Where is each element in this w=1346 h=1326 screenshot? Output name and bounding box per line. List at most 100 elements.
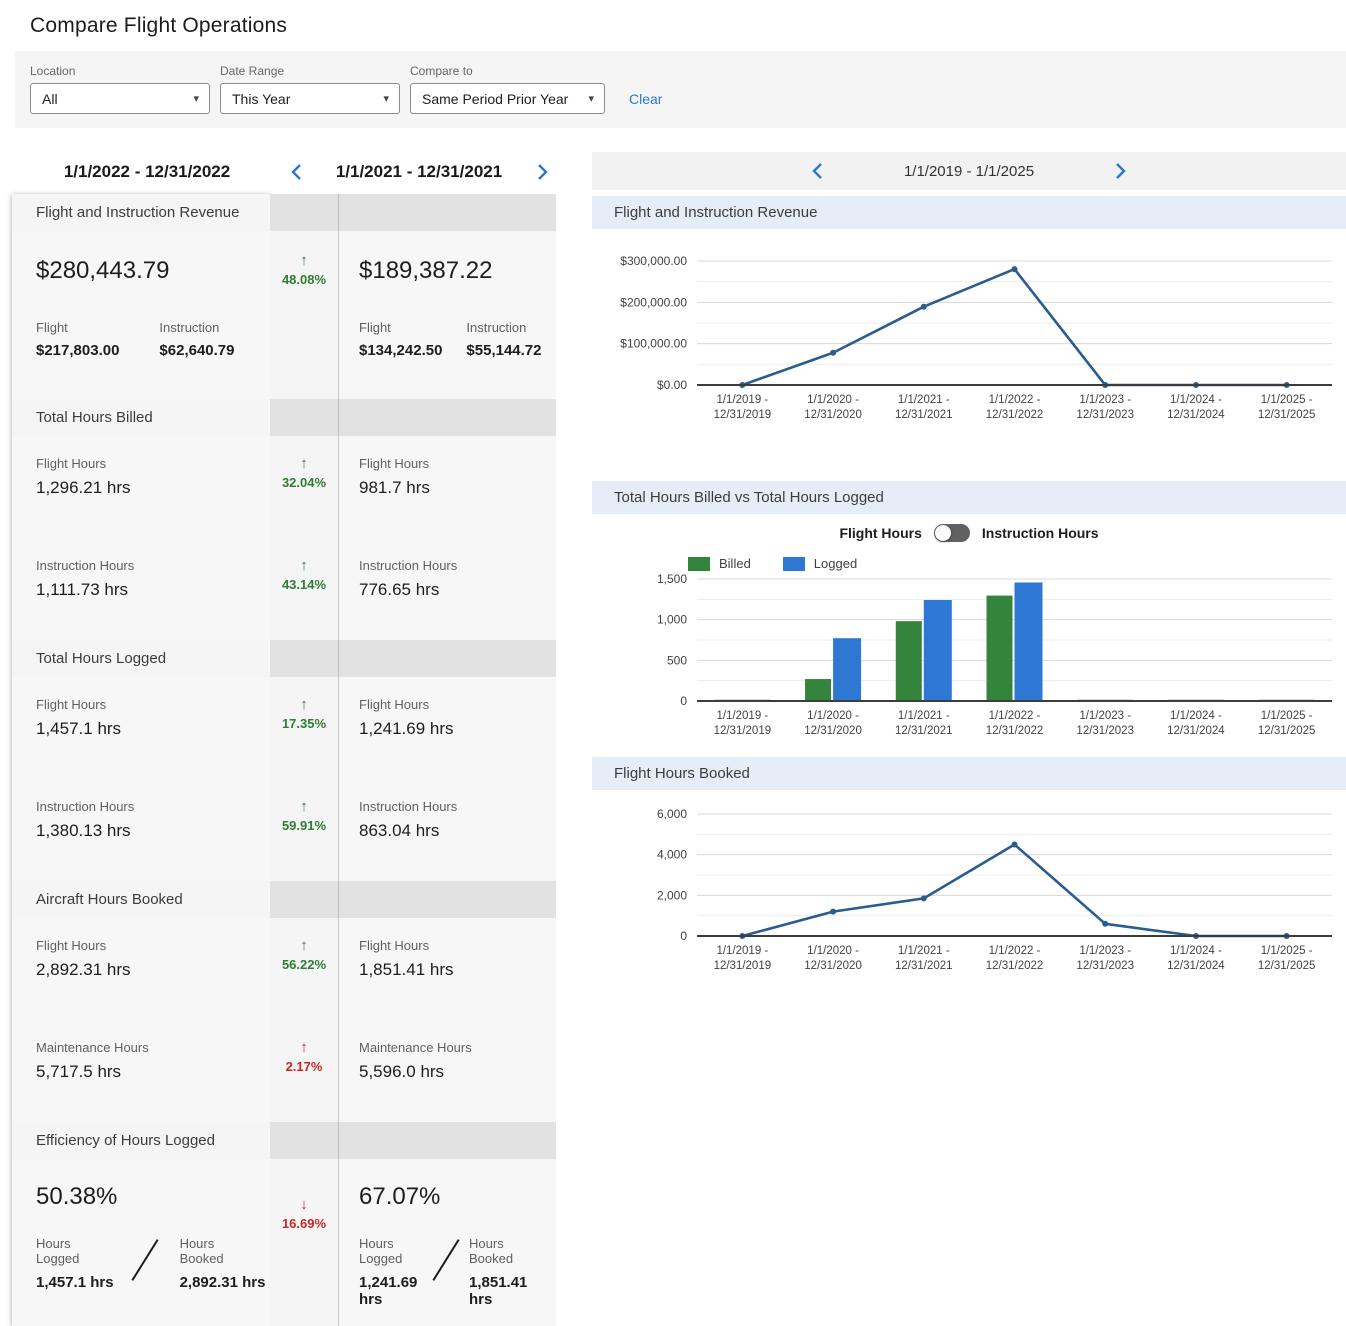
chevron-right-icon [1115, 162, 1126, 180]
booked-chart-section: Flight Hours Booked 02,0004,0006,0001/1/… [592, 757, 1346, 982]
svg-text:$300,000.00: $300,000.00 [620, 254, 687, 268]
charts-panel: 1/1/2019 - 1/1/2025 Flight and Instructi… [592, 152, 1346, 1326]
svg-text:12/31/2023: 12/31/2023 [1076, 725, 1134, 737]
location-label: Location [30, 64, 210, 78]
hours-logged-label: Hours Logged [359, 1236, 417, 1266]
arrow-up-icon: ↑ [270, 253, 338, 269]
change-indicator: ↑ 2.17% [270, 1020, 338, 1074]
svg-text:1/1/2025 -: 1/1/2025 - [1261, 394, 1313, 406]
toggle-knob [935, 525, 951, 541]
revenue-current-total: $280,443.79 [36, 257, 270, 285]
svg-text:1/1/2020 -: 1/1/2020 - [807, 394, 859, 406]
revenue-current-instruction: $62,640.79 [159, 342, 234, 359]
svg-text:12/31/2023: 12/31/2023 [1076, 409, 1134, 421]
caret-down-icon: ▾ [193, 92, 199, 105]
svg-text:12/31/2024: 12/31/2024 [1167, 409, 1225, 421]
legend-item-logged: Logged [783, 556, 857, 571]
svg-text:1/1/2023 -: 1/1/2023 - [1079, 710, 1131, 722]
prior-period-forward-button[interactable] [528, 163, 556, 181]
prior-period-label: 1/1/2021 - 12/31/2021 [310, 162, 528, 182]
revenue-change-pct: 48.08% [270, 272, 338, 287]
efficiency-prior-cell: 67.07% Hours Logged 1,241.69 hrs Hours B… [338, 1159, 556, 1326]
svg-text:12/31/2020: 12/31/2020 [804, 960, 862, 972]
svg-text:12/31/2023: 12/31/2023 [1076, 960, 1134, 972]
efficiency-change: ↓ 16.69% [270, 1159, 338, 1231]
svg-text:1,500: 1,500 [657, 572, 687, 586]
svg-text:4,000: 4,000 [657, 848, 687, 862]
svg-text:1/1/2021 -: 1/1/2021 - [898, 710, 950, 722]
metric-cell: Flight Hours 2,892.31 hrs [12, 918, 270, 1020]
compare-to-filter: Compare to Same Period Prior Year ▾ [410, 64, 605, 114]
toggle-left-label: Flight Hours [839, 525, 921, 541]
hours-chart-title: Total Hours Billed vs Total Hours Logged [592, 481, 1346, 514]
change-indicator: ↑ 17.35% [270, 677, 338, 731]
svg-text:1/1/2022 -: 1/1/2022 - [989, 945, 1041, 957]
comparison-table: Flight and Instruction Revenue $280,443.… [12, 194, 556, 1326]
location-select[interactable]: All ▾ [30, 83, 210, 114]
current-period-label: 1/1/2022 - 12/31/2022 [12, 162, 282, 182]
chart-range-back-button[interactable] [804, 162, 832, 180]
svg-text:1/1/2019 -: 1/1/2019 - [716, 394, 768, 406]
svg-text:1/1/2024 -: 1/1/2024 - [1170, 394, 1222, 406]
change-indicator: ↑ 56.22% [270, 918, 338, 972]
chevron-left-icon [812, 162, 823, 180]
toggle-right-label: Instruction Hours [982, 525, 1099, 541]
svg-text:12/31/2024: 12/31/2024 [1167, 725, 1225, 737]
chevron-right-icon [537, 163, 548, 181]
svg-text:1/1/2021 -: 1/1/2021 - [898, 394, 950, 406]
metric-cell: Flight Hours 981.7 hrs [338, 436, 556, 538]
location-filter: Location All ▾ [30, 64, 210, 114]
revenue-line-chart: $0.00$100,000.00$200,000.00$300,000.001/… [592, 229, 1346, 431]
prior-period-back-button[interactable] [282, 163, 310, 181]
legend-item-billed: Billed [688, 556, 751, 571]
chart-range-forward-button[interactable] [1106, 162, 1134, 180]
svg-text:1/1/2021 -: 1/1/2021 - [898, 945, 950, 957]
hours-logged-label: Hours Logged [36, 1236, 94, 1266]
svg-text:1/1/2024 -: 1/1/2024 - [1170, 945, 1222, 957]
svg-text:500: 500 [667, 653, 687, 667]
logged-swatch-icon [783, 557, 805, 571]
svg-text:0: 0 [680, 929, 687, 943]
compare-to-select[interactable]: Same Period Prior Year ▾ [410, 83, 605, 114]
svg-text:2,000: 2,000 [657, 888, 687, 902]
location-value: All [42, 91, 58, 107]
arrow-up-icon: ↑ [270, 938, 338, 954]
metric-cell: Flight Hours 1,296.21 hrs [12, 436, 270, 538]
arrow-up-icon: ↑ [270, 1040, 338, 1056]
chart-range-label: 1/1/2019 - 1/1/2025 [904, 163, 1034, 180]
section-title-hours-billed: Total Hours Billed [12, 399, 270, 436]
efficiency-current-cell: 50.38% Hours Logged 1,457.1 hrs Hours Bo… [12, 1159, 270, 1326]
chart-range-nav: 1/1/2019 - 1/1/2025 [592, 152, 1346, 190]
date-range-select[interactable]: This Year ▾ [220, 83, 400, 114]
section-title-hours-logged: Total Hours Logged [12, 640, 270, 677]
metric-cell: Flight Hours 1,851.41 hrs [338, 918, 556, 1020]
change-indicator: ↑ 43.14% [270, 538, 338, 592]
flight-label: Flight [36, 320, 119, 335]
change-indicator: ↑ 59.91% [270, 779, 338, 833]
metric-cell: Instruction Hours 776.65 hrs [338, 538, 556, 640]
svg-text:1/1/2023 -: 1/1/2023 - [1079, 945, 1131, 957]
revenue-chart-title: Flight and Instruction Revenue [592, 196, 1346, 229]
metric-cell: Instruction Hours 1,380.13 hrs [12, 779, 270, 881]
compare-to-value: Same Period Prior Year [422, 91, 568, 107]
comparison-period-header: 1/1/2022 - 12/31/2022 1/1/2021 - 12/31/2… [12, 152, 556, 192]
clear-filters-button[interactable]: Clear [629, 91, 662, 107]
svg-text:12/31/2025: 12/31/2025 [1258, 725, 1316, 737]
revenue-current-flight: $217,803.00 [36, 342, 119, 359]
arrow-down-icon: ↓ [270, 1197, 338, 1213]
svg-text:12/31/2020: 12/31/2020 [804, 409, 862, 421]
flight-label: Flight [359, 320, 442, 335]
svg-text:12/31/2025: 12/31/2025 [1258, 409, 1316, 421]
svg-text:1/1/2020 -: 1/1/2020 - [807, 710, 859, 722]
svg-text:12/31/2020: 12/31/2020 [804, 725, 862, 737]
metric-cell: Flight Hours 1,457.1 hrs [12, 677, 270, 779]
svg-text:12/31/2024: 12/31/2024 [1167, 960, 1225, 972]
flight-instruction-toggle[interactable] [934, 524, 970, 542]
section-title-revenue: Flight and Instruction Revenue [12, 194, 270, 231]
slash-icon [131, 1239, 158, 1281]
revenue-chart-section: Flight and Instruction Revenue $0.00$100… [592, 196, 1346, 431]
svg-text:12/31/2022: 12/31/2022 [986, 960, 1044, 972]
comparison-panel: 1/1/2022 - 12/31/2022 1/1/2021 - 12/31/2… [12, 152, 556, 1326]
hours-bar-chart: 05001,0001,5001/1/2019 -12/31/20191/1/20… [592, 571, 1346, 743]
svg-text:12/31/2021: 12/31/2021 [895, 960, 953, 972]
